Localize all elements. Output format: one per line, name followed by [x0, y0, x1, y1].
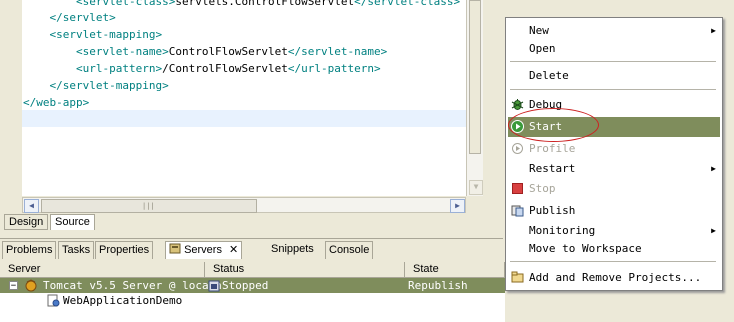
xml-text: ControlFlowServlet [168, 45, 288, 58]
menu-item-new[interactable]: New ▶ [508, 21, 720, 41]
server-name: Tomcat v5.5 Server @ localh [43, 279, 222, 292]
column-header-status[interactable]: Status [205, 262, 405, 278]
profile-icon [511, 142, 524, 155]
menu-item-publish[interactable]: Publish [508, 201, 720, 221]
horizontal-scrollbar[interactable]: ◀ ||| ▶ [22, 197, 466, 213]
menu-item-profile-label: Profile [529, 142, 576, 155]
tab-console[interactable]: Console [325, 241, 374, 259]
collapse-icon[interactable]: − [9, 281, 18, 291]
xml-tag: <url-pattern> [75, 62, 163, 75]
scroll-thumb[interactable] [469, 0, 481, 154]
code-line: </servlet> [23, 10, 116, 26]
code-line: </servlet-mapping> [23, 78, 169, 94]
menu-item-open[interactable]: Open [508, 39, 720, 59]
tab-problems[interactable]: Problems [2, 241, 57, 259]
tab-design[interactable]: Design [4, 214, 49, 230]
xml-tag: </servlet> [49, 11, 116, 24]
scroll-right-arrow[interactable]: ▶ [450, 199, 465, 213]
server-status: Stopped [222, 279, 269, 292]
menu-item-monitoring[interactable]: Monitoring ▶ [508, 221, 720, 241]
column-header-state[interactable]: State [405, 262, 505, 278]
bug-icon [511, 98, 524, 111]
close-icon[interactable]: ✕ [229, 244, 238, 256]
code-line: <servlet-name>ControlFlowServlet</servle… [23, 44, 387, 60]
table-row[interactable]: WebApplicationDemo [0, 293, 505, 308]
code-line: <servlet-mapping> [23, 27, 163, 43]
publish-icon [511, 204, 524, 217]
context-menu: New ▶ Open Delete Debug Start Profile Res… [505, 17, 723, 291]
menu-item-restart[interactable]: Restart ▶ [508, 159, 720, 179]
views-tab-bar: Problems Tasks Properties Servers ✕ Snip… [0, 238, 503, 259]
menu-item-stop-label: Stop [529, 182, 556, 195]
code-line: <url-pattern>/ControlFlowServlet</url-pa… [23, 61, 381, 77]
xml-text: servlets.ControlFlowServlet [175, 0, 355, 8]
menu-separator [510, 89, 716, 90]
scroll-down-arrow[interactable]: ▼ [469, 180, 483, 195]
column-header-server[interactable]: Server [0, 262, 205, 278]
menu-item-move-to-workspace[interactable]: Move to Workspace [508, 239, 720, 259]
menu-item-delete[interactable]: Delete [508, 66, 720, 86]
server-state: Republish [408, 279, 468, 292]
module-name: WebApplicationDemo [63, 294, 183, 307]
menu-item-publish-label: Publish [529, 204, 576, 217]
xml-tag: </url-pattern> [287, 62, 381, 75]
tab-source[interactable]: Source [50, 214, 95, 230]
menu-item-add-remove-label: Add and Remove Projects... [529, 271, 702, 284]
xml-text: /ControlFlowServlet [162, 62, 288, 75]
menu-separator [510, 61, 716, 62]
web-module-icon [46, 293, 60, 311]
menu-item-stop[interactable]: Stop [508, 179, 720, 199]
menu-item-new-label: New [529, 24, 549, 37]
annotation-circle [508, 108, 599, 142]
menu-item-open-label: Open [529, 42, 556, 55]
add-remove-projects-icon [511, 271, 524, 284]
servers-table: Server Status State − Tomcat v5.5 Server… [0, 262, 505, 322]
xml-tag: <servlet-mapping> [49, 28, 163, 41]
stop-icon [511, 182, 524, 195]
submenu-arrow-icon: ▶ [711, 26, 716, 35]
xml-tag: <servlet-class> [75, 0, 176, 8]
submenu-arrow-icon: ▶ [711, 164, 716, 173]
scroll-thumb[interactable]: ||| [41, 199, 257, 213]
scroll-left-arrow[interactable]: ◀ [24, 199, 39, 213]
menu-item-monitoring-label: Monitoring [529, 224, 596, 237]
tab-servers[interactable]: Servers ✕ [165, 241, 243, 259]
source-text-area[interactable]: <servlet-class>servlets.ControlFlowServl… [22, 0, 466, 196]
xml-editor: <servlet-class>servlets.ControlFlowServl… [0, 0, 503, 232]
menu-item-add-remove-projects[interactable]: Add and Remove Projects... [508, 268, 720, 288]
xml-tag: </web-app> [23, 96, 90, 109]
current-line-highlight [22, 110, 466, 127]
vertical-scrollbar[interactable]: ▼ [466, 0, 483, 196]
menu-item-move-to-workspace-label: Move to Workspace [529, 242, 642, 255]
menu-separator [510, 261, 716, 262]
tab-snippets[interactable]: Snippets [268, 241, 317, 258]
submenu-arrow-icon: ▶ [711, 226, 716, 235]
xml-tag: </servlet-name> [287, 45, 388, 58]
table-row[interactable]: − Tomcat v5.5 Server @ localh Stopped Re… [0, 278, 505, 293]
menu-item-delete-label: Delete [529, 69, 569, 82]
code-line: </web-app> [23, 95, 89, 111]
tab-properties[interactable]: Properties [95, 241, 154, 259]
xml-tag: </servlet-mapping> [49, 79, 169, 92]
menu-item-restart-label: Restart [529, 162, 576, 175]
menu-item-profile[interactable]: Profile [508, 139, 720, 159]
tab-servers-label: Servers [184, 244, 222, 256]
tab-tasks[interactable]: Tasks [58, 241, 95, 259]
code-line: <servlet-class>servlets.ControlFlowServl… [23, 0, 460, 10]
xml-tag: <servlet-name> [75, 45, 169, 58]
xml-tag: </servlet-class> [354, 0, 461, 8]
servers-icon [169, 243, 181, 254]
